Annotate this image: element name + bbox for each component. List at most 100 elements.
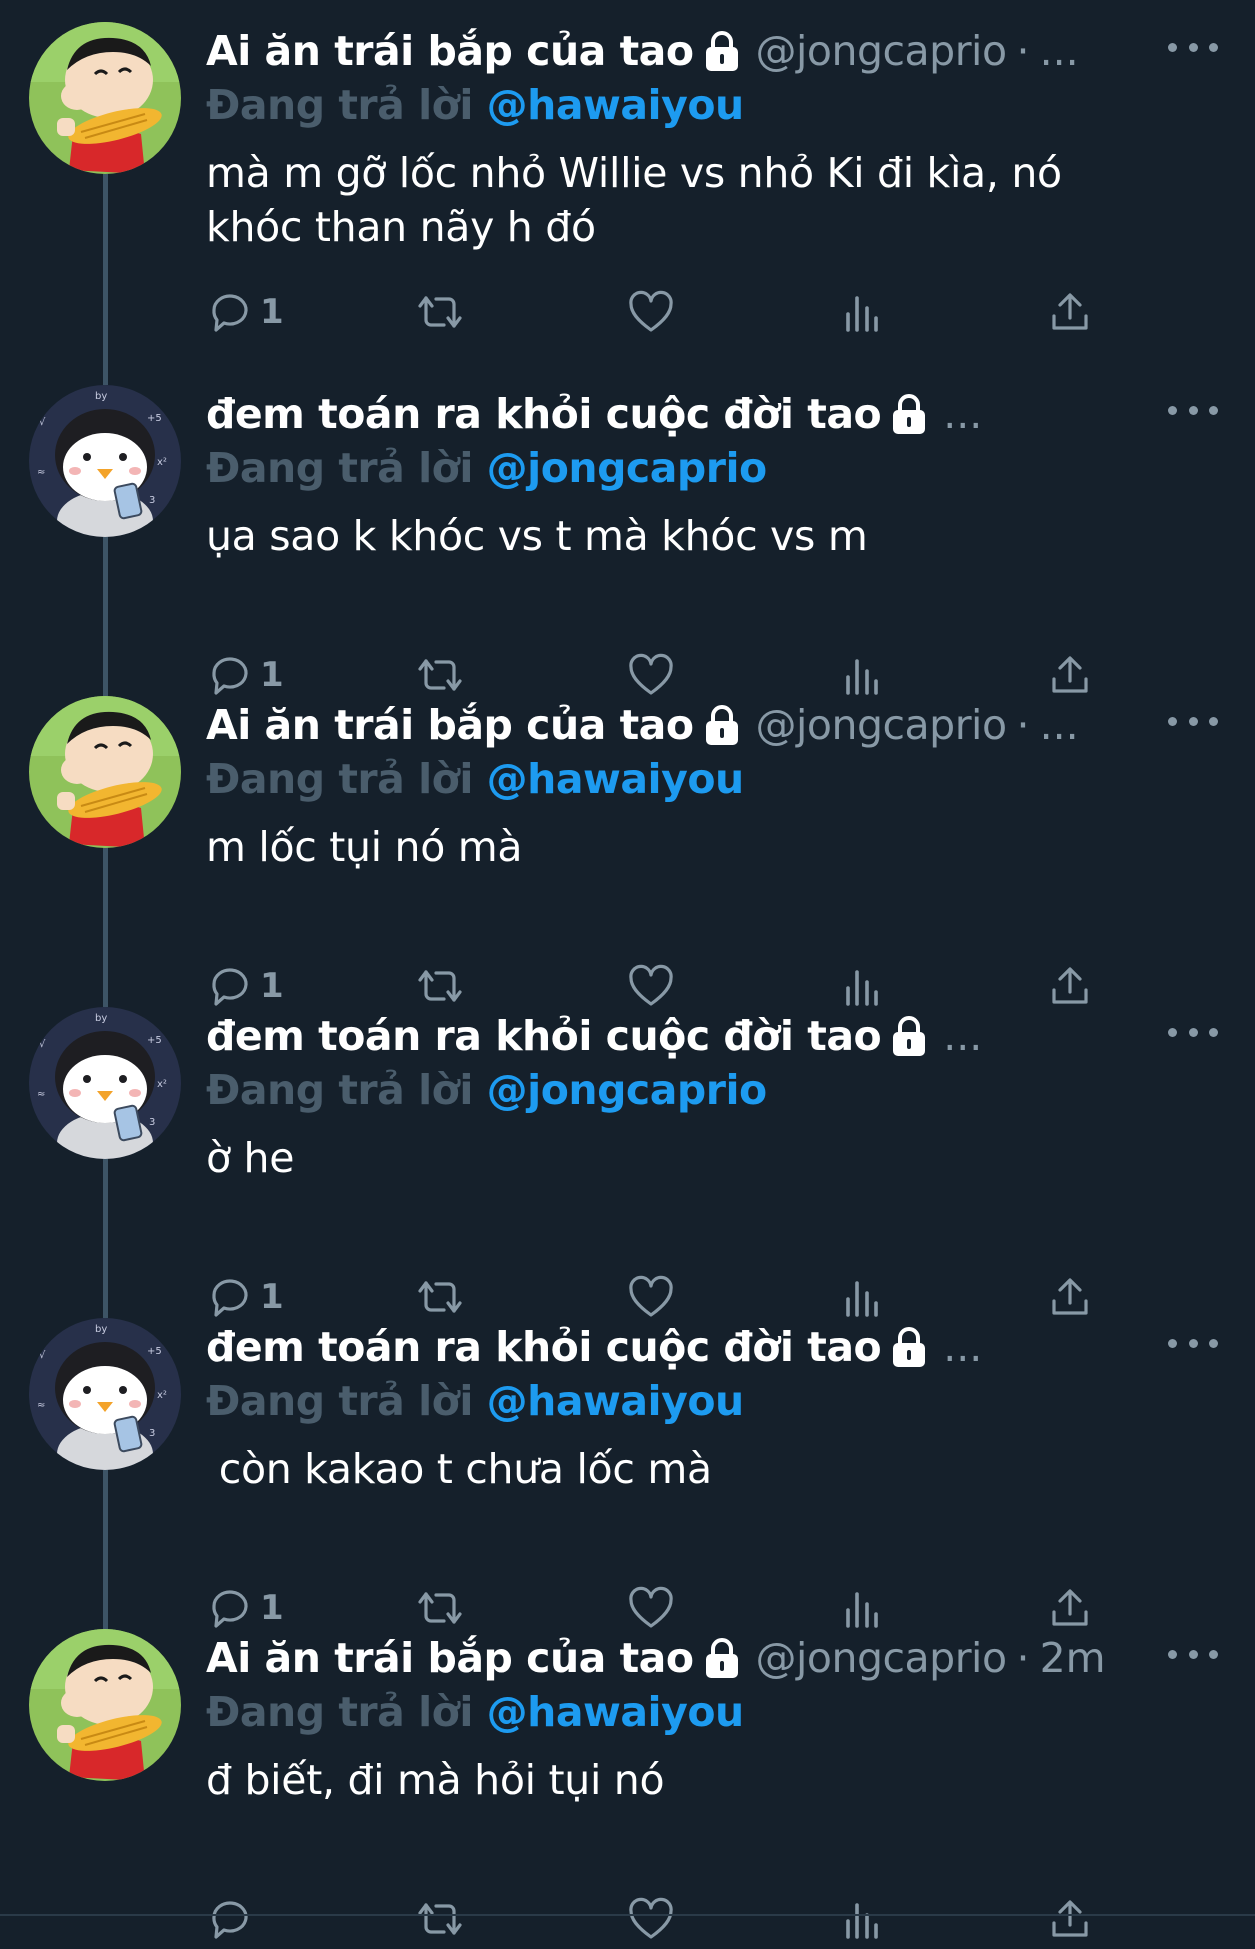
retweet-icon (414, 290, 466, 334)
retweet-button[interactable] (414, 282, 466, 342)
tweet: √ +5 ≈ x² by 3 đem toán ra khỏi cuộc đời ta… (0, 363, 1255, 695)
display-name[interactable]: Ai ăn trái bắp của tao (206, 1629, 694, 1687)
tweet-text-line: ụa sao k khóc vs t mà khóc vs m (206, 512, 868, 560)
more-options-icon[interactable] (1168, 32, 1218, 62)
analytics-button[interactable] (842, 1889, 882, 1949)
replying-to-label: Đang trả lời (206, 755, 473, 803)
replying-to-label: Đang trả lời (206, 444, 473, 492)
like-icon (627, 1897, 675, 1941)
svg-text:+5: +5 (147, 1346, 162, 1357)
tweet-header: Ai ăn trái bắp của tao @jongcaprio ·... (206, 696, 1079, 754)
avatar[interactable] (29, 696, 181, 848)
tweet-text: mà m gỡ lốc nhỏ Willie vs nhỏ Ki đi kìa,… (206, 146, 1166, 254)
protected-lock-icon (889, 393, 929, 435)
svg-text:+5: +5 (147, 1035, 162, 1046)
tweet-text-line: còn kakao t chưa lốc mà (206, 1445, 712, 1493)
like-button[interactable] (627, 1889, 675, 1949)
replying-to: Đang trả lời @hawaiyou (206, 1683, 744, 1741)
tweet-text-line: khóc than nãy h đó (206, 203, 596, 251)
truncation-ellipsis: ... (943, 390, 983, 438)
analytics-icon (842, 1897, 882, 1941)
tweet-text-line: ờ he (206, 1134, 295, 1182)
truncation-ellipsis: ... (943, 1012, 983, 1060)
svg-text:by: by (95, 1013, 107, 1024)
tweet-text-line: đ biết, đi mà hỏi tụi nó (206, 1756, 665, 1804)
svg-text:x²: x² (157, 457, 167, 468)
share-button[interactable] (1048, 1889, 1092, 1949)
more-options-icon[interactable] (1168, 395, 1218, 425)
display-name[interactable]: Ai ăn trái bắp của tao (206, 696, 694, 754)
timestamp[interactable]: 2m (1040, 1629, 1106, 1687)
svg-text:by: by (95, 1324, 107, 1335)
replying-to-label: Đang trả lời (206, 1688, 473, 1736)
more-options-icon[interactable] (1168, 706, 1218, 736)
divider (0, 1914, 1255, 1916)
display-name[interactable]: Ai ăn trái bắp của tao (206, 22, 694, 80)
tweet-text: ờ he (206, 1131, 1166, 1185)
reply-icon (208, 1897, 252, 1941)
replying-to: Đang trả lời @hawaiyou (206, 750, 744, 808)
tweet: √ +5 ≈ x² by 3 đem toán ra khỏi cuộc đời ta… (0, 1296, 1255, 1628)
reply-target-link[interactable]: @hawaiyou (487, 81, 745, 129)
reply-target-link[interactable]: @jongcaprio (487, 444, 768, 492)
handle[interactable]: @jongcaprio (756, 22, 1008, 80)
reply-button[interactable]: 1 (208, 282, 284, 342)
tweet-actions: 1 (0, 282, 1255, 342)
svg-text:x²: x² (157, 1079, 167, 1090)
retweet-button[interactable] (414, 1889, 466, 1949)
svg-text:≈: ≈ (37, 467, 45, 478)
avatar[interactable] (29, 1629, 181, 1781)
reply-count: 1 (260, 292, 284, 332)
replying-to-label: Đang trả lời (206, 81, 473, 129)
replying-to: Đang trả lời @jongcaprio (206, 1061, 767, 1119)
protected-lock-icon (702, 704, 742, 746)
tweet: Ai ăn trái bắp của tao @jongcaprio ·... Đa… (0, 0, 1255, 332)
svg-text:by: by (95, 391, 107, 402)
share-icon (1048, 290, 1092, 334)
truncation-ellipsis: ... (1039, 701, 1079, 749)
svg-text:√: √ (39, 417, 46, 428)
like-icon (627, 290, 675, 334)
tweet-text: ụa sao k khóc vs t mà khóc vs m (206, 509, 1166, 563)
reply-target-link[interactable]: @hawaiyou (487, 1377, 745, 1425)
more-options-icon[interactable] (1168, 1639, 1218, 1669)
reply-button[interactable] (208, 1889, 252, 1949)
tweet-text-line: mà m gỡ lốc nhỏ Willie vs nhỏ Ki đi kìa,… (206, 149, 1062, 197)
replying-to: Đang trả lời @hawaiyou (206, 76, 744, 134)
tweet-actions (0, 1889, 1255, 1949)
tweet-header: đem toán ra khỏi cuộc đời tao ... (206, 1007, 982, 1065)
tweet: Ai ăn trái bắp của tao @jongcaprio ·... Đa… (0, 674, 1255, 1006)
tweet-text: m lốc tụi nó mà (206, 820, 1166, 874)
replying-to: Đang trả lời @jongcaprio (206, 439, 767, 497)
more-options-icon[interactable] (1168, 1328, 1218, 1358)
tweet-header: Ai ăn trái bắp của tao @jongcaprio ·... (206, 22, 1079, 80)
analytics-button[interactable] (842, 282, 882, 342)
reply-target-link[interactable]: @hawaiyou (487, 1688, 745, 1736)
display-name[interactable]: đem toán ra khỏi cuộc đời tao (206, 1318, 882, 1376)
reply-target-link[interactable]: @hawaiyou (487, 755, 745, 803)
display-name[interactable]: đem toán ra khỏi cuộc đời tao (206, 385, 882, 443)
separator-dot: · (1016, 701, 1030, 749)
tweet-header: đem toán ra khỏi cuộc đời tao ... (206, 385, 982, 443)
svg-text:√: √ (39, 1350, 46, 1361)
avatar[interactable]: √ +5 ≈ x² by 3 (29, 1007, 181, 1159)
more-options-icon[interactable] (1168, 1017, 1218, 1047)
replying-to-label: Đang trả lời (206, 1377, 473, 1425)
reply-target-link[interactable]: @jongcaprio (487, 1066, 768, 1114)
svg-text:≈: ≈ (37, 1089, 45, 1100)
tweet: Ai ăn trái bắp của tao @jongcaprio · 2m Đan… (0, 1607, 1255, 1939)
like-button[interactable] (627, 282, 675, 342)
avatar[interactable]: √ +5 ≈ x² by 3 (29, 385, 181, 537)
avatar[interactable]: √ +5 ≈ x² by 3 (29, 1318, 181, 1470)
retweet-icon (414, 1897, 466, 1941)
svg-text:≈: ≈ (37, 1400, 45, 1411)
tweet-header: Ai ăn trái bắp của tao @jongcaprio · 2m (206, 1629, 1106, 1687)
handle[interactable]: @jongcaprio (756, 696, 1008, 754)
avatar[interactable] (29, 22, 181, 174)
separator-dot: · (1016, 27, 1030, 75)
analytics-icon (842, 290, 882, 334)
share-button[interactable] (1048, 282, 1092, 342)
tweet-text: còn kakao t chưa lốc mà (206, 1442, 1166, 1496)
display-name[interactable]: đem toán ra khỏi cuộc đời tao (206, 1007, 882, 1065)
handle[interactable]: @jongcaprio (756, 1629, 1008, 1687)
